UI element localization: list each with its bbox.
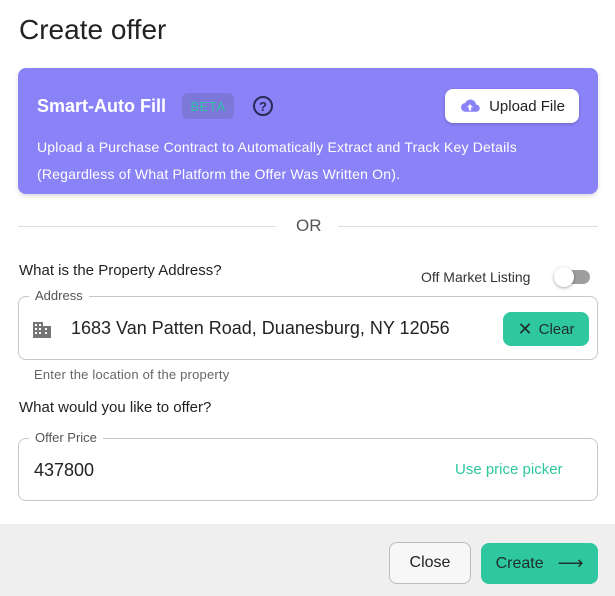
address-value[interactable]: 1683 Van Patten Road, Duanesburg, NY 120… [71,318,450,339]
smart-auto-fill-title: Smart-Auto Fill [37,96,166,116]
clear-address-button[interactable]: ✕ Clear [503,312,589,346]
or-divider: OR [18,216,598,236]
upload-file-label: Upload File [489,97,565,115]
offer-question: What would you like to offer? [19,399,212,416]
offer-price-label: Offer Price [29,430,103,445]
use-price-picker-link[interactable]: Use price picker [455,461,563,478]
or-text: OR [296,216,322,235]
building-icon [33,322,51,338]
address-field-label: Address [29,288,89,303]
create-label: Create [495,554,544,572]
page-title: Create offer [19,14,167,45]
beta-badge: BETA [182,93,234,119]
clear-label: Clear [538,320,575,338]
cloud-upload-icon [461,99,480,112]
offer-price-field[interactable]: Offer Price 437800 Use price picker [18,430,598,501]
create-button[interactable]: Create ⟶ [481,543,598,584]
toggle-knob [554,267,574,287]
divider-line [338,226,598,227]
help-icon[interactable]: ? [253,96,273,116]
off-market-label: Off Market Listing [421,269,531,285]
offer-price-value[interactable]: 437800 [34,460,94,481]
smart-auto-fill-description: Upload a Purchase Contract to Automatica… [37,139,517,182]
dialog-footer: Close Create ⟶ [0,524,615,596]
divider-line [18,226,276,227]
smart-auto-fill-card: Smart-Auto Fill BETA ? Upload File Uploa… [18,68,598,194]
close-icon: ✕ [517,319,533,339]
upload-file-button[interactable]: Upload File [445,89,579,123]
address-helper-text: Enter the location of the property [34,367,230,382]
off-market-toggle[interactable] [554,267,590,287]
address-field[interactable]: Address 1683 Van Patten Road, Duanesburg… [18,288,598,360]
arrow-right-icon: ⟶ [557,553,584,573]
property-address-question: What is the Property Address? [19,262,222,279]
close-button[interactable]: Close [389,542,471,584]
